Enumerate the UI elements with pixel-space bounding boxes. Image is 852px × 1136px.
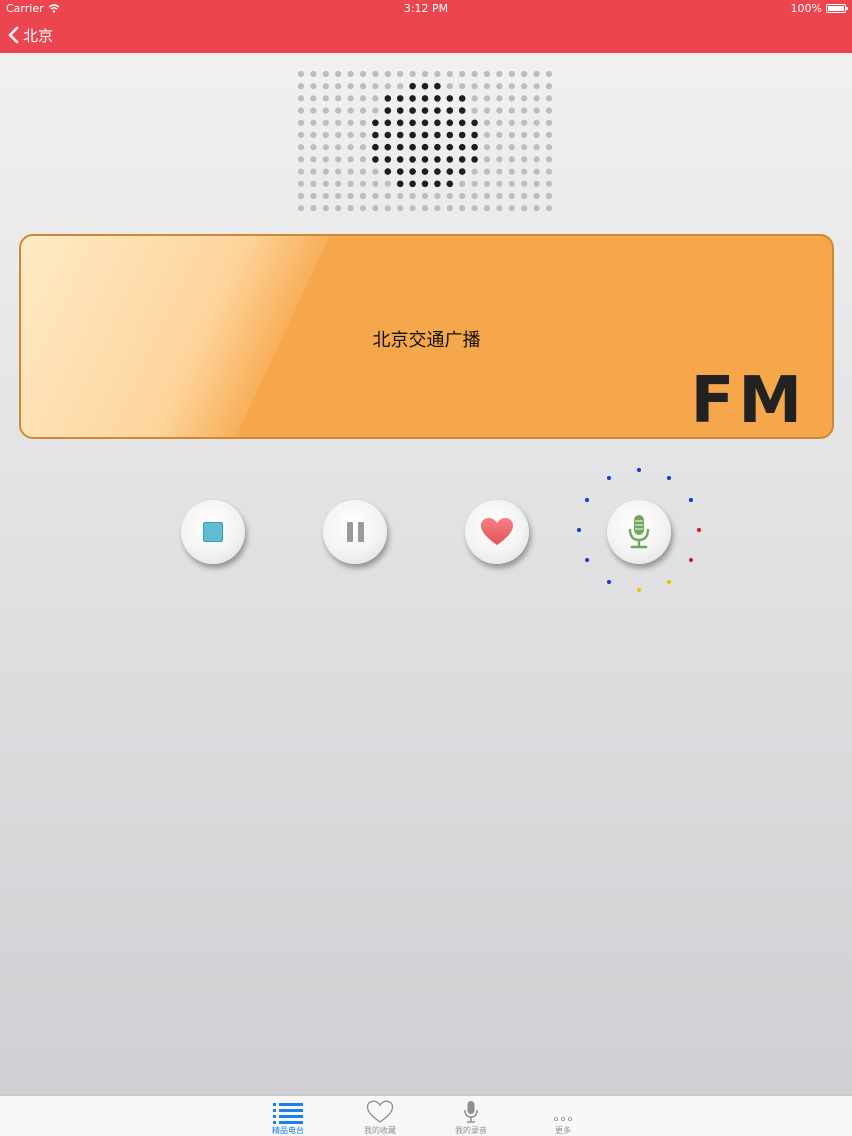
status-bar: Carrier 3:12 PM 100% [0,0,852,18]
heart-icon [481,518,513,545]
back-button[interactable]: 北京 [8,22,53,48]
station-display: 北京交通广播 FM [19,234,834,439]
tab-label: 精品电台 [272,1126,304,1135]
tab-my-recordings[interactable]: 我的录音 [436,1096,506,1136]
stop-button[interactable] [181,500,245,564]
tab-bar: 精品电台 我的收藏 我的录音 更多 [0,1095,852,1136]
pause-icon [346,522,364,542]
band-label: FM [690,364,806,438]
favorite-button[interactable] [465,500,529,564]
speaker-grille [297,70,553,212]
tab-more[interactable]: 更多 [528,1096,598,1136]
battery-icon [826,4,848,13]
tab-label: 更多 [555,1126,571,1135]
more-icon [553,1117,572,1122]
navigation-bar: Carrier 3:12 PM 100% 北京 [0,0,852,53]
tab-my-favorites[interactable]: 我的收藏 [345,1096,415,1136]
tab-label: 我的收藏 [364,1126,396,1135]
heart-outline-icon [366,1100,394,1123]
battery-indicator: 100% [790,2,848,15]
back-button-label: 北京 [23,26,54,45]
list-icon [273,1103,303,1124]
tab-label: 我的录音 [455,1126,487,1135]
status-time: 3:12 PM [403,2,449,15]
microphone-icon [464,1101,478,1123]
station-name: 北京交通广播 [372,330,481,351]
chevron-left-icon [8,26,19,44]
record-button[interactable] [607,500,671,564]
tab-featured-stations[interactable]: 精品电台 [253,1096,323,1136]
battery-percent: 100% [790,2,822,15]
stop-icon [203,522,223,542]
microphone-icon [628,515,650,549]
pause-button[interactable] [323,500,387,564]
